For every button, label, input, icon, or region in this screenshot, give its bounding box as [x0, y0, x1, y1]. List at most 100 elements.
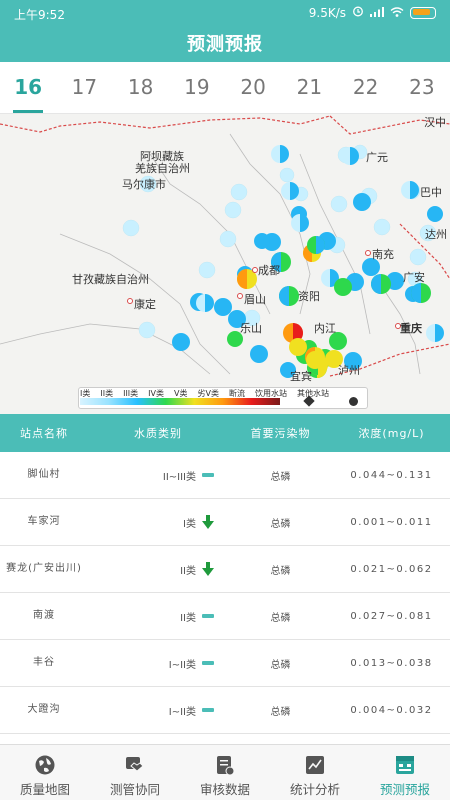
station-name: 大蹬沟	[27, 704, 61, 715]
concentration: 0.001~0.011	[350, 516, 433, 528]
map-label-maerkang: 马尔康市	[122, 178, 166, 191]
trend-down-icon	[202, 515, 214, 529]
nav-label: 测管协同	[109, 782, 160, 797]
concentration: 0.021~0.062	[350, 563, 433, 575]
map-label-chongqing: 重庆	[400, 322, 422, 335]
header-station-name: 站点名称	[20, 427, 68, 440]
station-name: 车家河	[27, 516, 61, 527]
date-tabs: 16 17 18 19 20 21 22 23	[0, 62, 450, 114]
date-tab-23[interactable]: 23	[394, 62, 450, 113]
signal-icon	[370, 6, 384, 20]
map-label-hanzhong: 汉中	[424, 116, 446, 129]
trend-flat-icon	[202, 708, 214, 712]
station-name: 丰谷	[33, 657, 55, 668]
table-row[interactable]: 车家河 I类 总磷 0.001~0.011	[0, 499, 450, 546]
water-category-cell: I类	[88, 515, 228, 530]
water-category: II~III类	[162, 471, 196, 483]
date-tab-21[interactable]: 21	[281, 62, 337, 113]
map-label-dazhou: 达州	[425, 228, 447, 241]
handshake-icon	[90, 754, 180, 776]
water-category-cell: II类	[88, 562, 228, 577]
water-category: II类	[180, 612, 196, 624]
map-label-guangyuan: 广元	[366, 151, 388, 164]
nav-label: 审核数据	[199, 782, 250, 797]
other-station-marker-icon	[349, 397, 358, 406]
concentration: 0.004~0.032	[350, 704, 433, 716]
water-category: I类	[183, 518, 196, 530]
network-speed: 9.5K/s	[308, 5, 346, 20]
date-tab-16[interactable]: 16	[0, 62, 56, 113]
nav-label: 预测预报	[379, 782, 430, 797]
status-bar: 上午9:52 9.5K/s	[0, 0, 450, 26]
table-header: 站点名称 水质类别 首要污染物 浓度(mg/L)	[0, 414, 450, 452]
map-label-nanchong: 南充	[372, 248, 394, 261]
table-row[interactable]: 赛龙(广安出川) II类 总磷 0.021~0.062	[0, 546, 450, 593]
station-name: 脚仙村	[27, 469, 61, 480]
header-primary-pollutant: 首要污染物	[250, 427, 311, 440]
alarm-icon	[352, 5, 364, 20]
table-row[interactable]: 大蹬沟 I~II类 总磷 0.004~0.032	[0, 687, 450, 734]
app-header: 上午9:52 9.5K/s 预测预报	[0, 0, 450, 62]
map-label-guangan: 广安	[403, 271, 425, 284]
trend-flat-icon	[202, 614, 214, 618]
date-tab-17[interactable]: 17	[56, 62, 112, 113]
primary-pollutant: 总磷	[270, 518, 291, 530]
concentration: 0.013~0.038	[350, 657, 433, 669]
status-time: 上午9:52	[14, 8, 65, 22]
nav-line-chart[interactable]: 统计分析	[270, 745, 360, 800]
nav-label: 统计分析	[289, 782, 340, 797]
map-label-ziyang: 资阳	[298, 290, 320, 303]
map-label-luzhou: 泸州	[338, 364, 360, 377]
table-row[interactable]: 南渡 II类 总磷 0.027~0.081	[0, 593, 450, 640]
primary-pollutant: 总磷	[270, 565, 291, 577]
trend-flat-icon	[202, 661, 214, 665]
status-icons: 9.5K/s	[309, 5, 436, 20]
table-row[interactable]: 丰谷 I~II类 总磷 0.013~0.038	[0, 640, 450, 687]
concentration: 0.044~0.131	[350, 469, 433, 481]
water-category-cell: II~III类	[88, 468, 228, 483]
primary-pollutant: 总磷	[270, 471, 291, 483]
water-category: II类	[180, 565, 196, 577]
primary-pollutant: 总磷	[270, 612, 291, 624]
legend-item: 其他水站	[296, 389, 329, 398]
nav-clipboard-check[interactable]: 审核数据	[180, 745, 270, 800]
nav-label: 质量地图	[19, 782, 70, 797]
map-label-meishan: 眉山	[244, 293, 266, 306]
map-label-neijiang: 内江	[314, 322, 336, 335]
table-row[interactable]: 脚仙村 II~III类 总磷 0.044~0.131	[0, 452, 450, 499]
water-category-cell: I~II类	[88, 656, 228, 671]
map-label-ganzi: 甘孜藏族自治州	[72, 273, 149, 286]
legend-gradient	[80, 398, 280, 405]
globe-icon	[0, 754, 90, 776]
primary-pollutant: 总磷	[270, 659, 291, 671]
nav-globe[interactable]: 质量地图	[0, 745, 90, 800]
date-tab-22[interactable]: 22	[338, 62, 394, 113]
map-label-yibin: 宜宾	[290, 370, 312, 383]
bottom-nav: 质量地图 测管协同 审核数据 统计分析 预测预报	[0, 744, 450, 800]
map-label-kangding: 康定	[134, 298, 156, 311]
station-name: 南渡	[33, 610, 55, 621]
water-category-cell: II类	[88, 609, 228, 624]
forecast-icon	[360, 754, 450, 776]
wifi-icon	[390, 6, 404, 20]
page-title: 预测预报	[187, 34, 263, 55]
station-table: 脚仙村 II~III类 总磷 0.044~0.131 车家河 I类 总磷 0.001~0.01…	[0, 452, 450, 734]
primary-pollutant: 总磷	[270, 706, 291, 718]
water-category-cell: I~II类	[88, 703, 228, 718]
map-label-aba2: 羌族自治州	[135, 162, 190, 175]
water-quality-map[interactable]: 阿坝藏族 羌族自治州 马尔康市 甘孜藏族自治州 康定 成都 眉山 乐山 资阳 内…	[0, 114, 450, 414]
nav-forecast[interactable]: 预测预报	[360, 745, 450, 800]
date-tab-19[interactable]: 19	[169, 62, 225, 113]
concentration: 0.027~0.081	[350, 610, 433, 622]
clipboard-check-icon	[180, 754, 270, 776]
battery-icon	[410, 6, 436, 19]
trend-flat-icon	[202, 473, 214, 477]
nav-handshake[interactable]: 测管协同	[90, 745, 180, 800]
map-label-leshan: 乐山	[240, 322, 262, 335]
date-tab-18[interactable]: 18	[113, 62, 169, 113]
header-water-category: 水质类别	[134, 427, 182, 440]
header-concentration: 浓度(mg/L)	[358, 427, 425, 440]
station-name: 赛龙(广安出川)	[6, 563, 82, 574]
line-chart-icon	[270, 754, 360, 776]
date-tab-20[interactable]: 20	[225, 62, 281, 113]
